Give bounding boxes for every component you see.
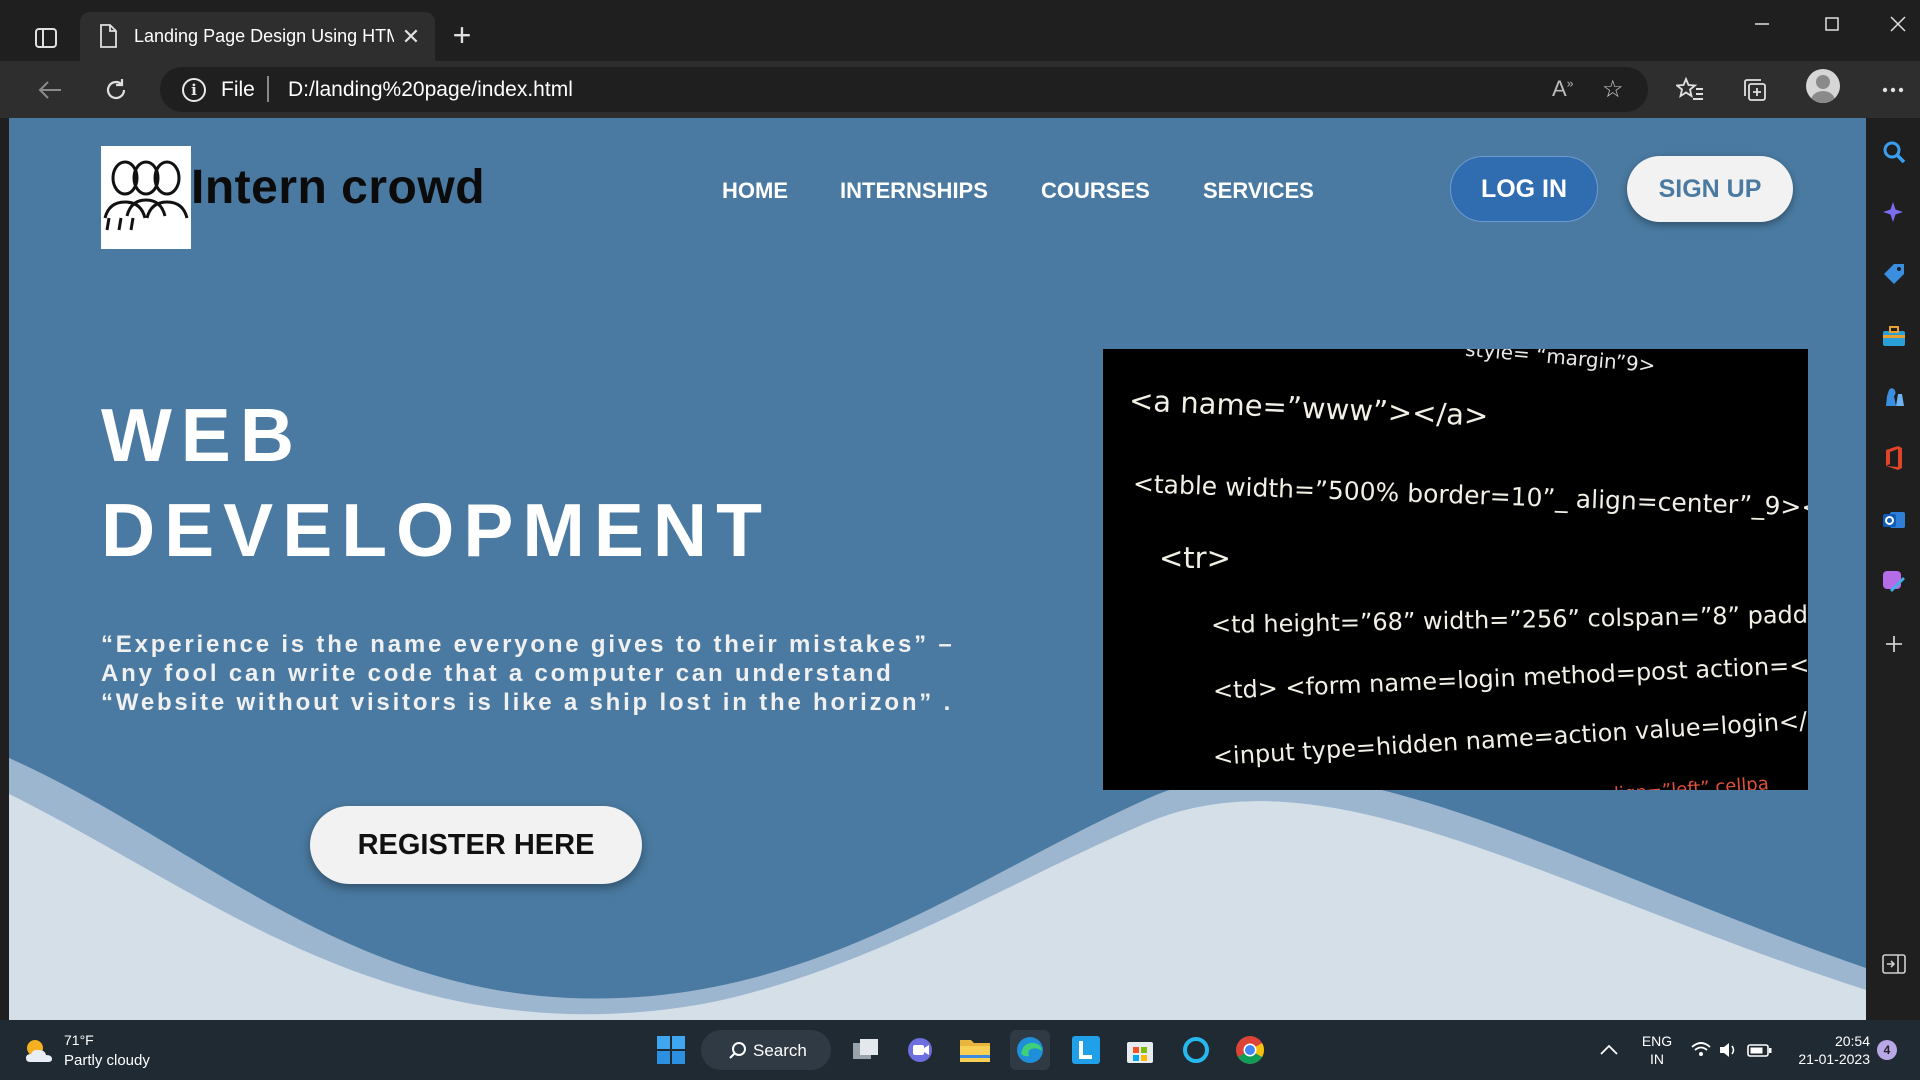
- quote-line-3: “Website without visitors is like a ship…: [101, 689, 954, 716]
- weather-condition: Partly cloudy: [64, 1052, 150, 1069]
- language-code: ENG: [1641, 1033, 1673, 1049]
- people-group-logo-icon: [103, 160, 189, 231]
- register-button[interactable]: REGISTER HERE: [310, 806, 642, 884]
- code-screenshot-image: style= “margin”9> <a name=”www”></a> <ta…: [1103, 349, 1808, 790]
- site-info-icon[interactable]: i: [182, 78, 206, 102]
- language-region: IN: [1650, 1051, 1664, 1067]
- hero-quote: “Experience is the name everyone gives t…: [101, 630, 955, 717]
- code-line-8: align=”left” cellpa: [1602, 773, 1770, 790]
- outlook-icon[interactable]: [1880, 506, 1908, 534]
- tab-strip: Landing Page Design Using HTML ✕ +: [0, 0, 1920, 61]
- favorites-icon[interactable]: [1672, 73, 1708, 107]
- quote-line-1: “Experience is the name everyone gives t…: [101, 631, 955, 658]
- add-sidebar-app-icon[interactable]: [1880, 630, 1908, 658]
- address-url[interactable]: D:/landing%20page/index.html: [288, 78, 573, 102]
- chrome-icon[interactable]: [1230, 1030, 1270, 1070]
- back-icon[interactable]: [32, 73, 68, 107]
- quote-line-2: Any fool can write code that a computer …: [101, 660, 894, 687]
- l-app-icon[interactable]: [1066, 1030, 1106, 1070]
- more-menu-icon[interactable]: [1875, 73, 1911, 107]
- designer-icon[interactable]: [1880, 568, 1908, 596]
- read-aloud-icon[interactable]: A»: [1552, 76, 1573, 102]
- page-viewport: Intern crowd HOME INTERNSHIPS COURSES SE…: [9, 118, 1866, 1020]
- browser-toolbar: i File D:/landing%20page/index.html A» ☆: [0, 61, 1920, 118]
- login-button[interactable]: LOG IN: [1450, 156, 1598, 222]
- logo[interactable]: [101, 146, 191, 249]
- notification-badge[interactable]: 4: [1877, 1040, 1897, 1060]
- office-icon[interactable]: [1880, 444, 1908, 472]
- file-explorer-icon[interactable]: [955, 1030, 995, 1070]
- nav-home[interactable]: HOME: [722, 178, 788, 204]
- add-favorite-icon[interactable]: ☆: [1602, 75, 1624, 104]
- battery-icon: [1747, 1044, 1772, 1057]
- maximize-icon[interactable]: [1812, 14, 1852, 48]
- brand-name[interactable]: Intern crowd: [191, 160, 485, 215]
- code-line-5: <td height=”68” width=”256” colspan=”8” …: [1210, 599, 1808, 639]
- refresh-icon[interactable]: [98, 73, 134, 107]
- edge-browser-icon[interactable]: [1010, 1030, 1050, 1070]
- partly-cloudy-icon: [26, 1040, 52, 1062]
- address-separator: [267, 76, 269, 102]
- active-tab[interactable]: Landing Page Design Using HTML ✕: [80, 12, 435, 61]
- tab-actions-button[interactable]: [28, 22, 64, 54]
- signup-button[interactable]: SIGN UP: [1627, 156, 1793, 222]
- hero-title-line-1: WEB: [101, 393, 303, 477]
- language-indicator[interactable]: ENG IN: [1635, 1032, 1679, 1068]
- hero-title: WEB DEVELOPMENT: [101, 388, 771, 578]
- weather-temperature: 71°F: [64, 1032, 94, 1048]
- minimize-icon[interactable]: [1742, 14, 1782, 48]
- taskbar-search[interactable]: Search: [701, 1030, 831, 1070]
- search-icon: [729, 1042, 746, 1059]
- search-icon[interactable]: [1880, 138, 1908, 166]
- windows-taskbar: 71°F Partly cloudy Search ENG IN 20:54 2…: [0, 1020, 1920, 1080]
- show-hidden-icons-chevron[interactable]: [1594, 1030, 1624, 1070]
- nav-services[interactable]: SERVICES: [1203, 178, 1314, 204]
- code-line-4: <tr>: [1159, 541, 1231, 575]
- weather-widget[interactable]: 71°F Partly cloudy: [22, 1032, 182, 1072]
- address-scheme: File: [221, 78, 255, 101]
- close-tab-icon[interactable]: ✕: [398, 24, 424, 50]
- hero-title-line-2: DEVELOPMENT: [101, 488, 771, 572]
- shopping-tag-icon[interactable]: [1880, 260, 1908, 288]
- code-line-7: <input type=hidden name=action value=log…: [1212, 704, 1808, 771]
- document-icon: [100, 24, 117, 48]
- window-left-edge: [0, 118, 9, 1020]
- nav-internships[interactable]: INTERNSHIPS: [840, 178, 988, 204]
- tab-actions-icon: [35, 28, 57, 48]
- task-view-icon[interactable]: [846, 1030, 886, 1070]
- code-line-1: style= “margin”9>: [1464, 349, 1657, 378]
- clock-date: 21-01-2023: [1798, 1051, 1870, 1067]
- window-close-icon[interactable]: [1878, 14, 1918, 48]
- cortana-icon[interactable]: [1176, 1030, 1216, 1070]
- code-line-2: <a name=”www”></a>: [1128, 383, 1490, 433]
- start-windows-icon[interactable]: [651, 1030, 691, 1070]
- code-line-3: <table width=”500% border=10”_ align=cen…: [1132, 469, 1808, 524]
- profile-avatar[interactable]: [1806, 69, 1840, 103]
- tools-briefcase-icon[interactable]: [1880, 322, 1908, 350]
- edge-sidebar: [1866, 118, 1920, 1020]
- search-label: Search: [753, 1041, 807, 1060]
- volume-icon: [1720, 1043, 1735, 1057]
- wifi-icon: [1691, 1042, 1711, 1056]
- collections-icon[interactable]: [1737, 73, 1773, 107]
- screen: Landing Page Design Using HTML ✕ + i Fil…: [0, 0, 1920, 1080]
- clock-time: 20:54: [1834, 1033, 1870, 1049]
- microsoft-store-icon[interactable]: [1120, 1030, 1160, 1070]
- address-bar[interactable]: i File D:/landing%20page/index.html A» ☆: [160, 67, 1648, 112]
- system-tray-status[interactable]: [1688, 1030, 1778, 1070]
- clock[interactable]: 20:54 21-01-2023: [1790, 1032, 1870, 1068]
- games-chess-icon[interactable]: [1880, 382, 1908, 410]
- code-line-6: <td> <form name=login method=post action…: [1212, 649, 1808, 705]
- tab-title: Landing Page Design Using HTML: [134, 26, 394, 46]
- hide-sidebar-icon[interactable]: [1880, 950, 1908, 978]
- teams-chat-icon[interactable]: [900, 1030, 940, 1070]
- nav-courses[interactable]: COURSES: [1041, 178, 1150, 204]
- new-tab-icon[interactable]: +: [448, 19, 476, 52]
- copilot-sparkle-icon[interactable]: [1880, 198, 1908, 226]
